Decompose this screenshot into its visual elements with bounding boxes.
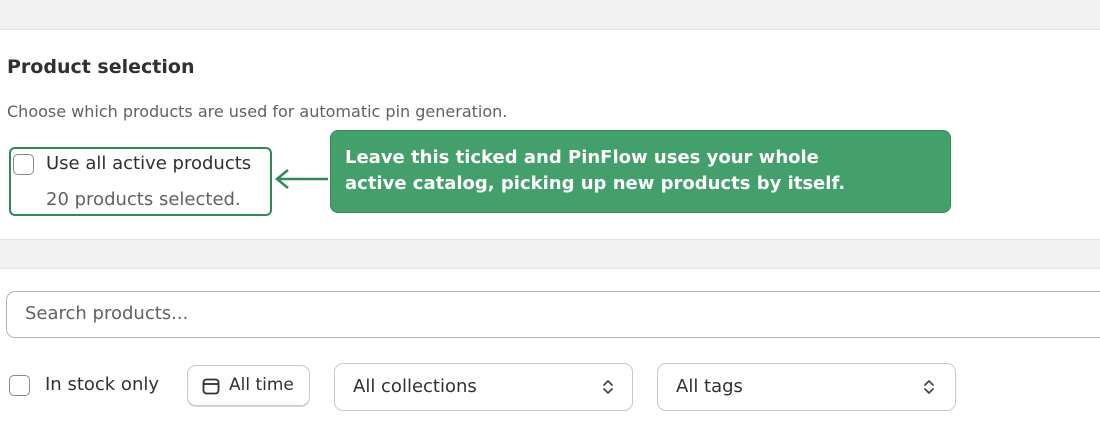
date-range-button[interactable]: All time xyxy=(187,365,310,406)
product-filters-section: Search products... In stock only All tim… xyxy=(0,268,1100,430)
in-stock-checkbox[interactable] xyxy=(9,375,30,396)
page-background-top xyxy=(0,0,1100,29)
callout-line-1: Leave this ticked and PinFlow uses your … xyxy=(345,147,819,168)
chevron-up-down-icon xyxy=(603,380,613,394)
search-placeholder: Search products... xyxy=(25,303,189,324)
in-stock-label[interactable]: In stock only xyxy=(45,374,159,395)
tags-select[interactable]: All tags xyxy=(657,363,956,411)
search-input[interactable]: Search products... xyxy=(6,291,1100,338)
card-description: Choose which products are used for autom… xyxy=(7,102,508,121)
chevron-up-down-icon xyxy=(924,380,934,394)
callout-arrow-icon xyxy=(275,169,328,189)
date-range-label: All time xyxy=(229,375,294,395)
collections-select[interactable]: All collections xyxy=(334,363,633,411)
calendar-icon xyxy=(202,378,220,395)
use-all-products-label[interactable]: Use all active products xyxy=(46,153,251,174)
tooltip-callout: Leave this ticked and PinFlow uses your … xyxy=(330,130,951,213)
use-all-products-highlight: Use all active products 20 products sele… xyxy=(9,147,272,216)
card-title: Product selection xyxy=(7,56,195,78)
selected-count-text: 20 products selected. xyxy=(46,189,241,210)
collections-value: All collections xyxy=(353,376,477,397)
use-all-products-checkbox[interactable] xyxy=(13,154,34,175)
callout-line-2: active catalog, picking up new products … xyxy=(345,173,846,194)
tags-value: All tags xyxy=(676,376,743,397)
